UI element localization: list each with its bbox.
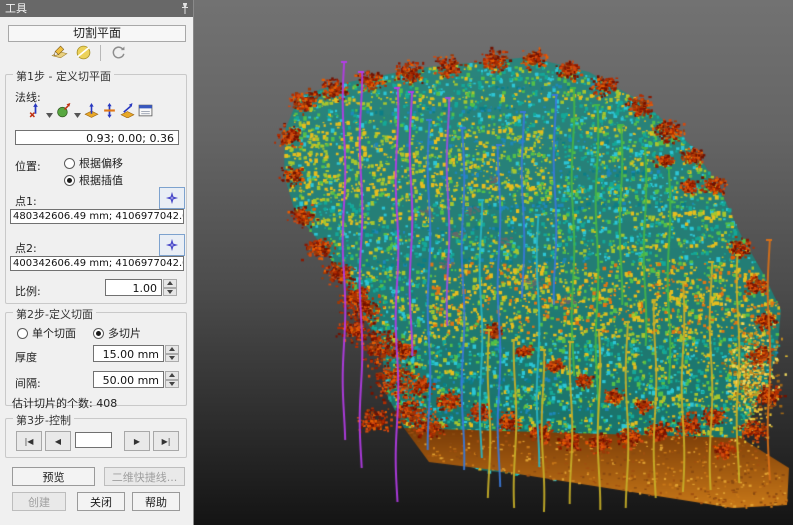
sphere-plane-icon[interactable] (74, 44, 92, 62)
scale-label: 比例: (15, 283, 41, 299)
step1-group: 第1步 - 定义切平面 法线: 0.93; 0.00; 0.36 位置: 根据偏… (5, 74, 187, 304)
point-cloud-canvas[interactable] (193, 0, 793, 525)
go-first-button[interactable]: |◀ (16, 431, 42, 451)
interval-label: 间隔: (15, 375, 41, 391)
create-button[interactable]: 创建 (12, 492, 66, 511)
radio-dot (64, 175, 75, 186)
radio-single-slice-label: 单个切面 (32, 325, 76, 341)
point1-label: 点1: (15, 193, 37, 209)
point2-label: 点2: (15, 240, 37, 256)
radio-by-offset[interactable]: 根据偏移 (64, 155, 123, 171)
dialog-toolbar (50, 43, 127, 62)
radio-multi-slice[interactable]: 多切片 (93, 325, 141, 341)
scale-spinner: 1.00 (105, 279, 177, 296)
preview-button[interactable]: 预览 (12, 467, 95, 486)
interval-spinner: 50.00 mm (93, 371, 179, 388)
radio-dot (93, 328, 104, 339)
step3-group: 第3步-控制 |◀ ◀ ▶ ▶| (5, 418, 187, 458)
flip-normal-icon[interactable] (102, 103, 117, 122)
go-last-button[interactable]: ▶| (153, 431, 179, 451)
step2-label: 第2步-定义切面 (13, 306, 96, 322)
normal-sphere-icon[interactable] (56, 103, 71, 122)
pick-point2-button[interactable] (159, 234, 185, 256)
3d-viewport[interactable] (193, 0, 793, 525)
thickness-label: 厚度 (15, 349, 37, 365)
help-button[interactable]: 帮助 (132, 492, 180, 511)
tools-panel: 工具 切割平面 第1步 - 定义切平面 法线: 0. (0, 0, 194, 525)
step3-label: 第3步-控制 (13, 412, 74, 428)
point1-value-field[interactable]: 480342606.49 mm; 4106977042.00 mm (10, 209, 184, 224)
dropdown-caret-icon[interactable] (74, 103, 81, 122)
dialog-header: 切割平面 (8, 25, 186, 42)
axis-diagonal-icon[interactable] (120, 103, 135, 122)
slice-index-field[interactable] (75, 432, 112, 448)
normal-value-field[interactable]: 0.93; 0.00; 0.36 (15, 130, 179, 145)
polyline-2d-button[interactable]: 二维快捷线... (104, 467, 185, 486)
scale-down-button[interactable] (163, 288, 177, 297)
slice-count-estimate: 估计切片的个数: 408 (12, 395, 117, 411)
thickness-up-button[interactable] (165, 345, 179, 354)
step2-group: 第2步-定义切面 单个切面 多切片 厚度 15.00 mm 间隔: 50.00 … (5, 312, 187, 406)
pick-normal-icon[interactable] (28, 103, 43, 122)
radio-dot (17, 328, 28, 339)
radio-by-offset-label: 根据偏移 (79, 155, 123, 171)
thickness-down-button[interactable] (165, 354, 179, 363)
pin-icon[interactable] (180, 2, 190, 15)
interval-value[interactable]: 50.00 mm (93, 371, 164, 388)
pick-point1-button[interactable] (159, 187, 185, 209)
interval-down-button[interactable] (165, 380, 179, 389)
values-dialog-icon[interactable] (138, 103, 153, 122)
normal-icon-row (28, 103, 153, 122)
radio-dot (64, 158, 75, 169)
edit-plane-icon[interactable] (50, 44, 68, 62)
axis-x-icon[interactable] (84, 103, 99, 122)
close-button[interactable]: 关闭 (77, 492, 125, 511)
step1-label: 第1步 - 定义切平面 (13, 68, 114, 84)
rotate-tool-icon[interactable] (109, 44, 127, 62)
position-label: 位置: (15, 158, 41, 174)
dropdown-caret-icon[interactable] (46, 103, 53, 122)
radio-multi-slice-label: 多切片 (108, 325, 141, 341)
panel-titlebar: 工具 (0, 0, 193, 17)
toolbar-separator (100, 45, 101, 61)
interval-up-button[interactable] (165, 371, 179, 380)
go-next-button[interactable]: ▶ (124, 431, 150, 451)
point2-value-field[interactable]: 400342606.49 mm; 4106977042.00 mm (10, 256, 184, 271)
thickness-value[interactable]: 15.00 mm (93, 345, 164, 362)
radio-by-interpolation[interactable]: 根据插值 (64, 172, 123, 188)
panel-title: 工具 (5, 2, 27, 15)
scale-up-button[interactable] (163, 279, 177, 288)
radio-single-slice[interactable]: 单个切面 (17, 325, 76, 341)
thickness-spinner: 15.00 mm (93, 345, 179, 362)
go-previous-button[interactable]: ◀ (45, 431, 71, 451)
radio-by-interpolation-label: 根据插值 (79, 172, 123, 188)
scale-value[interactable]: 1.00 (105, 279, 162, 296)
